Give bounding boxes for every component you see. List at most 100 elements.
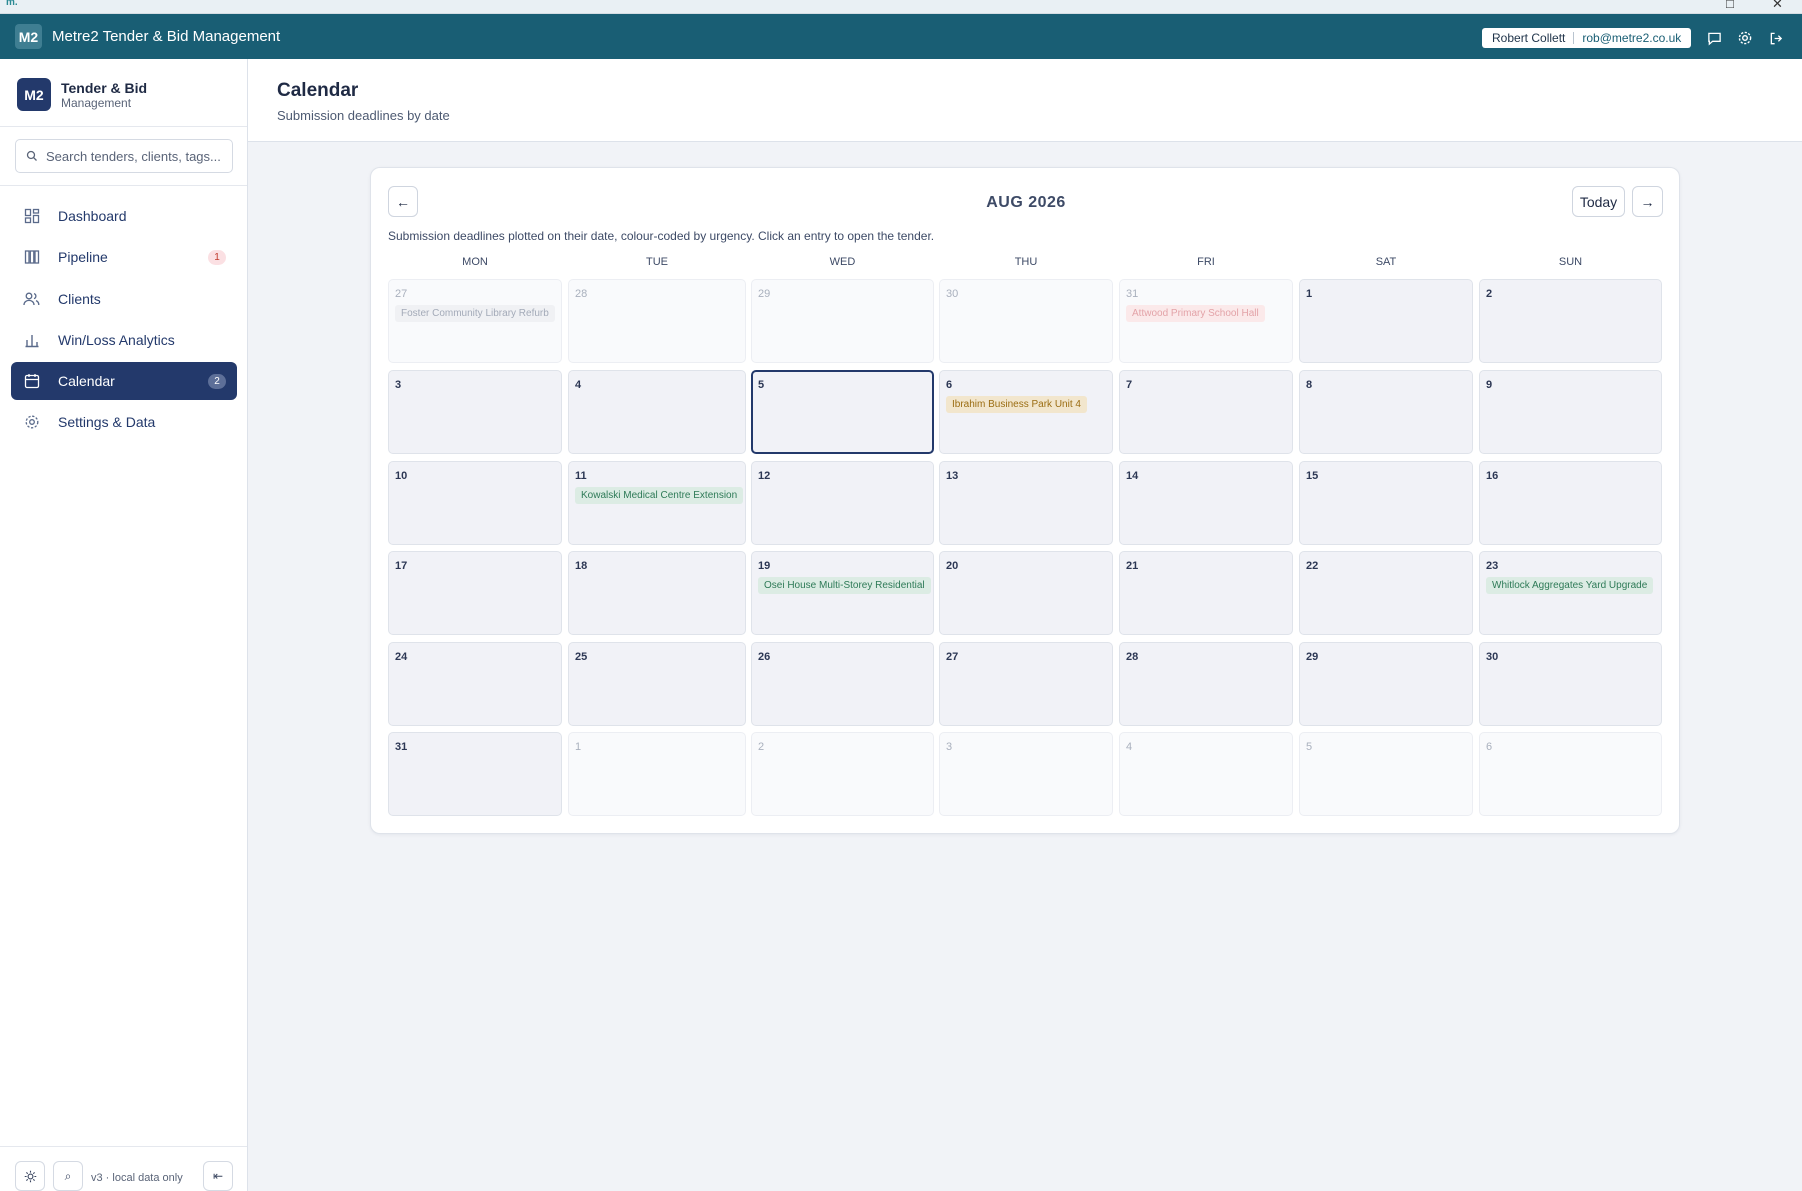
calendar-day[interactable]: 29 bbox=[751, 279, 934, 363]
search-input[interactable] bbox=[46, 148, 226, 164]
sidebar-item-label: Dashboard bbox=[58, 208, 127, 224]
calendar-day[interactable]: 30 bbox=[1479, 642, 1662, 726]
calendar-day-today[interactable]: 5 bbox=[751, 370, 934, 454]
calendar-day[interactable]: 28 bbox=[1119, 642, 1293, 726]
weekday-label: THU bbox=[1014, 256, 1038, 268]
calendar-day[interactable]: 17 bbox=[388, 551, 562, 635]
day-number: 1 bbox=[1306, 288, 1313, 300]
sidebar-item-clients[interactable]: Clients bbox=[11, 280, 237, 318]
deadline-entry[interactable]: Kowalski Medical Centre Extension bbox=[575, 487, 744, 504]
brand: M2 Tender & Bid Management bbox=[17, 78, 147, 111]
calendar-day[interactable]: 12 bbox=[751, 461, 934, 545]
maximize-icon[interactable]: □ bbox=[1726, 0, 1734, 11]
calendar-day[interactable]: 8 bbox=[1299, 370, 1473, 454]
calendar-card: ← AUG 2026 Today → Submission deadlines … bbox=[370, 167, 1680, 834]
day-number: 9 bbox=[1486, 379, 1493, 391]
day-number: 2 bbox=[758, 741, 765, 753]
day-number: 5 bbox=[758, 379, 765, 391]
deadline-entry[interactable]: Attwood Primary School Hall bbox=[1126, 305, 1265, 322]
calendar-day[interactable]: 14 bbox=[1119, 461, 1293, 545]
logout-icon[interactable] bbox=[1766, 28, 1786, 48]
close-icon[interactable]: ✕ bbox=[1772, 0, 1783, 12]
divider bbox=[0, 1146, 247, 1147]
calendar-day[interactable]: 11 Kowalski Medical Centre Extension bbox=[568, 461, 746, 545]
calendar-day[interactable]: 16 bbox=[1479, 461, 1662, 545]
calendar-day[interactable]: 21 bbox=[1119, 551, 1293, 635]
calendar-day[interactable]: 6 bbox=[1479, 732, 1662, 816]
calendar-day[interactable]: 22 bbox=[1299, 551, 1473, 635]
today-button[interactable]: Today bbox=[1572, 186, 1625, 217]
pipeline-icon bbox=[23, 249, 40, 266]
day-number: 8 bbox=[1306, 379, 1313, 391]
calendar-day[interactable]: 24 bbox=[388, 642, 562, 726]
calendar-day[interactable]: 7 bbox=[1119, 370, 1293, 454]
day-number: 7 bbox=[1126, 379, 1133, 391]
day-number: 13 bbox=[946, 470, 959, 482]
calendar-hint: Submission deadlines plotted on their da… bbox=[388, 229, 935, 243]
user-pill[interactable]: Robert Collett rob@metre2.co.uk bbox=[1482, 28, 1692, 48]
calendar-day[interactable]: 3 bbox=[388, 370, 562, 454]
collapse-sidebar-button[interactable]: ⇤ bbox=[203, 1161, 233, 1191]
day-number: 6 bbox=[946, 379, 953, 391]
day-number: 22 bbox=[1306, 560, 1319, 572]
day-number: 3 bbox=[395, 379, 402, 391]
chat-icon[interactable] bbox=[1704, 28, 1724, 48]
day-number: 14 bbox=[1126, 470, 1139, 482]
calendar-day[interactable]: 1 bbox=[1299, 279, 1473, 363]
calendar-day[interactable]: 2 bbox=[751, 732, 934, 816]
page-subtitle: Submission deadlines by date bbox=[277, 108, 450, 123]
calendar-day[interactable]: 10 bbox=[388, 461, 562, 545]
calendar-day[interactable]: 4 bbox=[568, 370, 746, 454]
dashboard-icon bbox=[23, 208, 40, 225]
calendar-day[interactable]: 1 bbox=[568, 732, 746, 816]
next-month-button[interactable]: → bbox=[1632, 186, 1663, 217]
calendar-day[interactable]: 26 bbox=[751, 642, 934, 726]
app-badge: M2 bbox=[15, 24, 42, 49]
sidebar-item-settings-data[interactable]: Settings & Data bbox=[11, 403, 237, 441]
deadline-entry[interactable]: Foster Community Library Refurb bbox=[395, 305, 555, 322]
calendar-day[interactable]: 5 bbox=[1299, 732, 1473, 816]
gear-icon[interactable] bbox=[1735, 28, 1755, 48]
user-pill-divider bbox=[1573, 32, 1575, 44]
calendar-day[interactable]: 31 bbox=[388, 732, 562, 816]
sidebar: M2 Tender & Bid Management Dashboard Pip… bbox=[0, 59, 248, 1191]
calendar-day[interactable]: 18 bbox=[568, 551, 746, 635]
calendar-day[interactable]: 6 Ibrahim Business Park Unit 4 bbox=[939, 370, 1113, 454]
day-number: 17 bbox=[395, 560, 408, 572]
sidebar-item-calendar[interactable]: Calendar 2 bbox=[11, 362, 237, 401]
day-number: 1 bbox=[575, 741, 582, 753]
calendar-day[interactable]: 30 bbox=[939, 279, 1113, 363]
theme-toggle-button[interactable] bbox=[15, 1161, 45, 1191]
calendar-day[interactable]: 23 Whitlock Aggregates Yard Upgrade bbox=[1479, 551, 1662, 635]
calendar-day[interactable]: 15 bbox=[1299, 461, 1473, 545]
search-box[interactable] bbox=[15, 139, 233, 173]
calendar-day[interactable]: 28 bbox=[568, 279, 746, 363]
calendar-day[interactable]: 13 bbox=[939, 461, 1113, 545]
calendar-day[interactable]: 2 bbox=[1479, 279, 1662, 363]
calendar-day[interactable]: 29 bbox=[1299, 642, 1473, 726]
os-title-strip: m. □ ✕ bbox=[0, 0, 1802, 14]
deadline-entry[interactable]: Whitlock Aggregates Yard Upgrade bbox=[1486, 577, 1654, 594]
sidebar-item-label: Settings & Data bbox=[58, 414, 156, 431]
deadline-entry[interactable]: Osei House Multi-Storey Residential bbox=[758, 577, 931, 594]
user-email: rob@metre2.co.uk bbox=[1582, 31, 1682, 45]
calendar-day[interactable]: 27 Foster Community Library Refurb bbox=[388, 279, 562, 363]
sidebar-item-dashboard[interactable]: Dashboard bbox=[11, 197, 237, 235]
calendar-day[interactable]: 19 Osei House Multi-Storey Residential bbox=[751, 551, 934, 635]
divider bbox=[0, 126, 247, 127]
calendar-day[interactable]: 31 Attwood Primary School Hall bbox=[1119, 279, 1293, 363]
calendar-day[interactable]: 4 bbox=[1119, 732, 1293, 816]
calendar-day[interactable]: 3 bbox=[939, 732, 1113, 816]
calendar-day[interactable]: 9 bbox=[1479, 370, 1662, 454]
app-logo-icon: m. bbox=[6, 0, 18, 8]
sidebar-item-pipeline[interactable]: Pipeline 1 bbox=[11, 238, 237, 276]
calendar-day[interactable]: 20 bbox=[939, 551, 1113, 635]
calendar-day[interactable]: 27 bbox=[939, 642, 1113, 726]
sidebar-item-win-loss-analytics[interactable]: Win/Loss Analytics bbox=[11, 321, 237, 359]
weekday-label: FRI bbox=[1197, 256, 1215, 268]
deadline-entry[interactable]: Ibrahim Business Park Unit 4 bbox=[946, 396, 1087, 413]
calendar-day[interactable]: 25 bbox=[568, 642, 746, 726]
quick-search-button[interactable]: ⌕ bbox=[53, 1161, 83, 1191]
divider bbox=[0, 185, 247, 186]
app-header: M2 Metre2 Tender & Bid Management Robert… bbox=[0, 14, 1802, 59]
